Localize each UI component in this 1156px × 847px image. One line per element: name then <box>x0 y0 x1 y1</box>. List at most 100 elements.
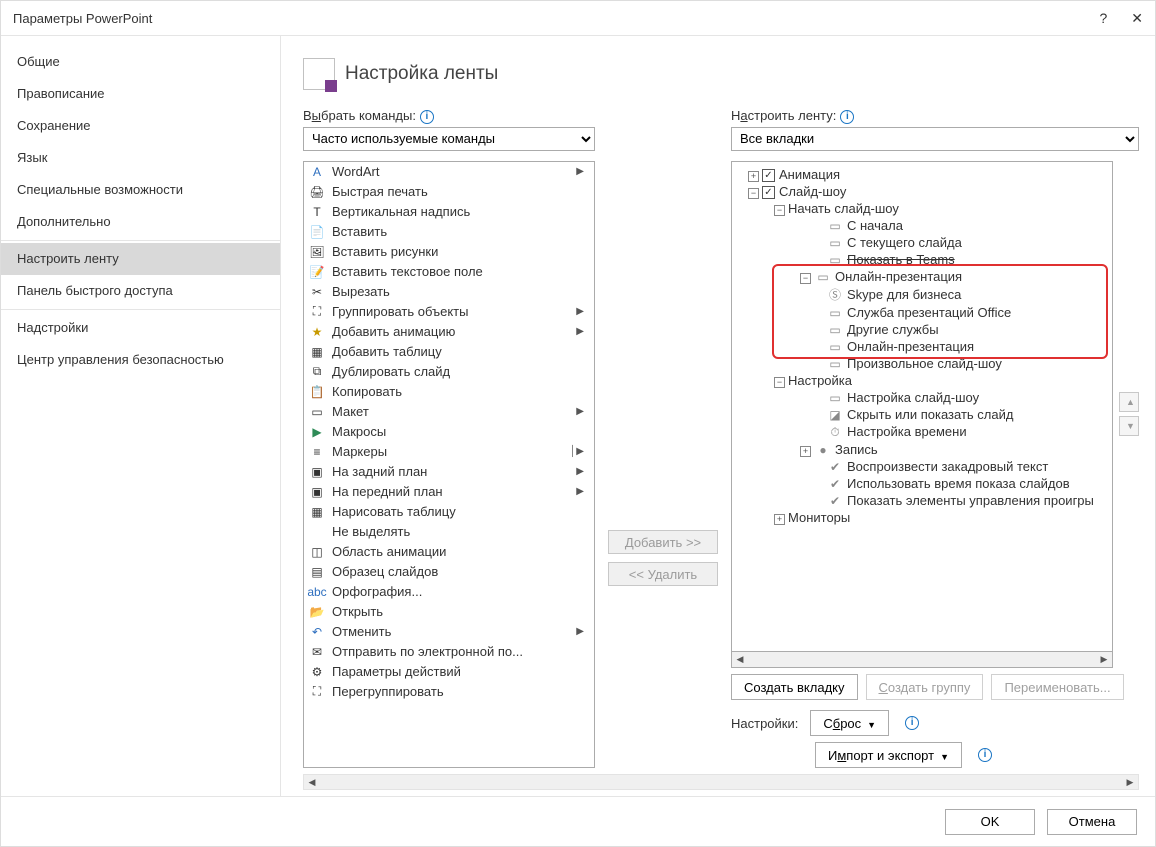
tree-node[interactable]: ▭Показать в Teams <box>734 251 1110 268</box>
add-button[interactable]: Добавить >> <box>608 530 718 554</box>
sidebar-item[interactable]: Дополнительно <box>1 206 280 238</box>
sidebar-item[interactable]: Язык <box>1 142 280 174</box>
command-row[interactable]: 📋Копировать <box>304 382 594 402</box>
commands-listbox[interactable]: AWordArt▶🖨Быстрая печатьTВертикальная на… <box>303 161 595 768</box>
scroll-right-icon[interactable]: ▶ <box>1096 654 1112 665</box>
command-row[interactable]: abcОрфография... <box>304 582 594 602</box>
scroll-left-icon[interactable]: ◀ <box>732 654 748 665</box>
sidebar-item[interactable]: Специальные возможности <box>1 174 280 206</box>
command-row[interactable]: 🖼Вставить рисунки <box>304 242 594 262</box>
tree-node[interactable]: −✓Слайд-шоу <box>734 183 1110 200</box>
import-export-button[interactable]: Импорт и экспорт▼ <box>815 742 962 768</box>
command-row[interactable]: ▭Макет▶ <box>304 402 594 422</box>
checkbox[interactable]: ✓ <box>762 169 775 182</box>
tree-node[interactable]: ▭С текущего слайда <box>734 234 1110 251</box>
tree-node[interactable]: ▭С начала <box>734 217 1110 234</box>
submenu-arrow-icon: ▶ <box>576 166 590 177</box>
command-row[interactable]: AWordArt▶ <box>304 162 594 182</box>
sidebar-item[interactable]: Надстройки <box>1 312 280 344</box>
remove-button[interactable]: << Удалить <box>608 562 718 586</box>
info-icon[interactable]: i <box>420 110 434 124</box>
sidebar-item[interactable]: Общие <box>1 46 280 78</box>
command-row[interactable]: ⧉Дублировать слайд <box>304 362 594 382</box>
command-row[interactable]: ▦Добавить таблицу <box>304 342 594 362</box>
tree-node[interactable]: −Настройка <box>734 372 1110 389</box>
info-icon[interactable]: i <box>978 748 992 762</box>
tree-node[interactable]: −Начать слайд-шоу <box>734 200 1110 217</box>
command-row[interactable]: 📝Вставить текстовое поле <box>304 262 594 282</box>
command-row[interactable]: ▣На передний план▶ <box>304 482 594 502</box>
checkbox[interactable]: ✓ <box>762 186 775 199</box>
command-row[interactable]: ▤Образец слайдов <box>304 562 594 582</box>
customize-ribbon-select[interactable]: Все вкладки <box>731 127 1139 151</box>
info-icon[interactable]: i <box>840 110 854 124</box>
command-row[interactable]: 🖨Быстрая печать <box>304 182 594 202</box>
command-row[interactable]: ↶Отменить▶ <box>304 622 594 642</box>
tree-node[interactable]: ▭Другие службы <box>734 321 1110 338</box>
command-row[interactable]: 📂Открыть <box>304 602 594 622</box>
command-icon: ✉ <box>308 643 326 661</box>
ribbon-tree[interactable]: +✓Анимация−✓Слайд-шоу−Начать слайд-шоу▭С… <box>731 161 1113 652</box>
tree-node[interactable]: ✔Воспроизвести закадровый текст <box>734 458 1110 475</box>
tree-node[interactable]: ◪Скрыть или показать слайд <box>734 406 1110 423</box>
sidebar-item[interactable]: Центр управления безопасностью <box>1 344 280 376</box>
tree-node[interactable]: ▭Онлайн-презентация <box>734 338 1110 355</box>
tree-node[interactable]: ▭Служба презентаций Office <box>734 304 1110 321</box>
main-horizontal-scrollbar[interactable]: ◀ ▶ <box>303 774 1139 790</box>
tree-item-icon: ⏱ <box>826 425 844 440</box>
sidebar-item[interactable]: Сохранение <box>1 110 280 142</box>
command-row[interactable]: ⛶Группировать объекты▶ <box>304 302 594 322</box>
sidebar-item[interactable]: Панель быстрого доступа <box>1 275 280 307</box>
command-row[interactable]: TВертикальная надпись <box>304 202 594 222</box>
sidebar-item[interactable]: Настроить ленту <box>1 243 280 275</box>
choose-commands-select[interactable]: Часто используемые команды <box>303 127 595 151</box>
expand-icon[interactable]: − <box>800 273 811 284</box>
command-row[interactable]: ✉Отправить по электронной по... <box>304 642 594 662</box>
command-row[interactable]: ≡Маркеры│▶ <box>304 442 594 462</box>
command-row[interactable]: 📄Вставить <box>304 222 594 242</box>
command-row[interactable]: Не выделять <box>304 522 594 542</box>
tree-item-label: Анимация <box>779 167 840 182</box>
tree-node[interactable]: ✔Использовать время показа слайдов <box>734 475 1110 492</box>
command-row[interactable]: ⛶Перегруппировать <box>304 682 594 702</box>
command-row[interactable]: ✂Вырезать <box>304 282 594 302</box>
command-row[interactable]: ★Добавить анимацию▶ <box>304 322 594 342</box>
tree-horizontal-scrollbar[interactable]: ◀ ▶ <box>731 652 1113 668</box>
help-icon[interactable]: ? <box>1099 10 1107 26</box>
tree-node[interactable]: ⓈSkype для бизнеса <box>734 285 1110 304</box>
command-row[interactable]: ▶Макросы <box>304 422 594 442</box>
command-icon <box>308 523 326 541</box>
reset-button[interactable]: Сброс▼ <box>810 710 889 736</box>
command-row[interactable]: ▣На задний план▶ <box>304 462 594 482</box>
tree-node[interactable]: −▭Онлайн-презентация <box>734 268 1110 285</box>
new-group-button: Создать группу <box>866 674 984 700</box>
move-up-button[interactable]: ▲ <box>1119 392 1139 412</box>
expand-icon[interactable]: − <box>774 377 785 388</box>
ok-button[interactable]: OK <box>945 809 1035 835</box>
info-icon[interactable]: i <box>905 716 919 730</box>
tree-node[interactable]: ✔Показать элементы управления проигры <box>734 492 1110 509</box>
scroll-left-icon[interactable]: ◀ <box>304 777 320 788</box>
tree-node[interactable]: +Мониторы <box>734 509 1110 526</box>
new-tab-button[interactable]: Создать вкладку <box>731 674 858 700</box>
cancel-button[interactable]: Отмена <box>1047 809 1137 835</box>
tree-node[interactable]: ▭Настройка слайд-шоу <box>734 389 1110 406</box>
tree-node[interactable]: +✓ Анимация <box>734 166 1110 183</box>
command-row[interactable]: ◫Область анимации <box>304 542 594 562</box>
sidebar-item[interactable]: Правописание <box>1 78 280 110</box>
scroll-right-icon[interactable]: ▶ <box>1122 777 1138 788</box>
command-icon: ▣ <box>308 463 326 481</box>
expand-icon[interactable]: − <box>748 188 759 199</box>
tree-node[interactable]: ⏱Настройка времени <box>734 423 1110 441</box>
expand-icon[interactable]: + <box>774 514 785 525</box>
tree-node[interactable]: ▭Произвольное слайд-шоу <box>734 355 1110 372</box>
expand-icon[interactable]: − <box>774 205 785 216</box>
command-row[interactable]: ⚙Параметры действий <box>304 662 594 682</box>
command-row[interactable]: ▦Нарисовать таблицу <box>304 502 594 522</box>
expand-icon[interactable]: + <box>748 171 759 182</box>
command-icon: ★ <box>308 323 326 341</box>
close-icon[interactable]: ✕ <box>1131 10 1143 27</box>
tree-node[interactable]: +●Запись <box>734 441 1110 458</box>
expand-icon[interactable]: + <box>800 446 811 457</box>
move-down-button[interactable]: ▼ <box>1119 416 1139 436</box>
